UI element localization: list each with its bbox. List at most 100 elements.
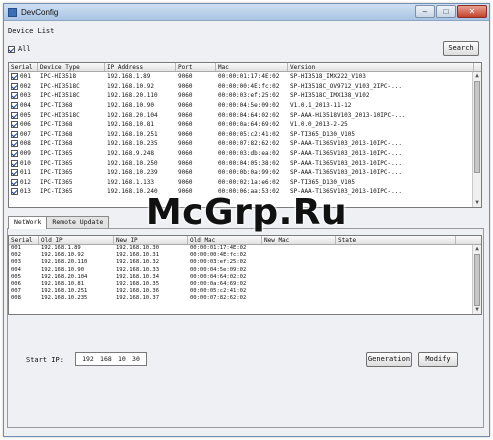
scroll-up-icon[interactable]: ▲ [473,72,481,80]
close-button[interactable]: ✕ [457,5,487,18]
version-cell: SP-TI365_D130_V105 [290,130,356,138]
network-table-scrollbar[interactable]: ▲ ▼ [472,245,481,314]
table-row[interactable]: 001 IPC-HI3518 192.168.1.89 9060 00:00:01:17… [9,72,481,82]
serial-text: 006 [20,121,31,129]
row-checkbox[interactable] [11,188,18,196]
type-cell: IPC-TI368 [40,102,73,110]
tab-remote-update[interactable]: Remote Update [46,216,110,228]
ip-cell: 192.168.10.92 [107,82,154,90]
row-checkbox[interactable] [11,92,18,100]
table-row[interactable]: 013 IPC-TI365 192.168.10.240 9060 00:00:06:a… [9,187,481,197]
version-cell: SP-TI365_D130_V105 [290,178,356,186]
serial-cell: 004 [9,101,38,110]
scroll-down-icon[interactable]: ▼ [473,306,481,314]
start-ip-input[interactable]: 192 168 10 30 [75,352,147,366]
serial-cell: 011 [9,168,38,177]
minimize-button[interactable]: – [415,5,435,18]
table-row[interactable]: 003 IPC-HI3518C 192.168.20.110 9060 00:00:03… [9,91,481,101]
row-checkbox[interactable] [11,159,18,167]
row-checkbox[interactable] [11,178,18,186]
scroll-thumb[interactable] [474,254,480,306]
table-row[interactable]: 009 IPC-TI365 192.168.9.248 9060 00:00:03:db… [9,149,481,159]
maximize-button[interactable]: □ [436,5,456,18]
serial-cell: 005 [9,111,38,120]
table-row[interactable]: 002 192.168.10.92 192.168.10.31 00:00:00:4E… [9,252,481,259]
column-header[interactable]: Device Type [38,63,105,71]
select-all-checkbox[interactable] [8,45,15,53]
port-cell: 9060 [178,188,193,196]
table-row[interactable]: 007 192.168.10.251 192.168.10.36 00:00:05:c… [9,288,481,295]
serial-cell: 013 [9,187,38,196]
column-header[interactable]: IP Address [105,63,176,71]
serial-text: 009 [20,150,31,158]
version-cell: SP-HI3518C_IMX138_V102 [290,92,370,100]
device-list-table[interactable]: Serial Device Type IP Address Port Mac Versio… [8,62,482,208]
version-cell: SP-AAA-Ti365V103_2013-10IPC-... [290,188,402,196]
table-row[interactable]: 007 IPC-TI368 192.168.10.251 9060 00:00:05:c… [9,130,481,140]
column-header[interactable]: Version [288,63,474,71]
serial-text: 004 [20,102,31,110]
table-row[interactable]: 005 192.168.20.104 192.168.10.34 00:00:04:6… [9,274,481,281]
table-row[interactable]: 005 IPC-HI3518C 192.168.20.104 9060 00:00:04… [9,110,481,120]
device-table-scrollbar[interactable]: ▲ ▼ [472,72,481,207]
table-row[interactable]: 006 IPC-TI368 192.168.10.81 9060 00:00:0a:64… [9,120,481,130]
row-checkbox[interactable] [11,150,18,158]
column-header[interactable]: Old IP [39,236,114,244]
column-header[interactable]: Mac [216,63,288,71]
mac-cell: 00:00:03:ef:25:02 [218,92,280,100]
old-mac-cell: 00:00:00:4E:fc:02 [190,252,247,259]
column-header[interactable]: Serial [9,236,39,244]
table-row[interactable]: 012 IPC-TI365 192.168.1.133 9060 00:00:02:1a… [9,178,481,188]
scroll-thumb[interactable] [474,81,480,173]
column-header[interactable]: New IP [114,236,188,244]
table-row[interactable]: 008 192.168.10.235 192.168.10.37 00:00:07:8… [9,295,481,302]
start-ip-octet-2[interactable]: 168 [100,355,112,363]
select-all-row[interactable]: All [8,45,31,53]
mac-cell: 00:00:07:82:62:02 [218,140,280,148]
port-cell: 9060 [178,178,193,186]
old-ip-cell: 192.168.20.104 [41,273,88,280]
row-checkbox[interactable] [11,111,18,119]
generation-button[interactable]: Generation [366,352,412,367]
old-mac-cell: 00:00:0a:64:69:02 [190,281,247,288]
modify-button[interactable]: Modify [418,352,458,367]
table-row[interactable]: 003 192.168.20.110 192.168.10.32 00:00:03:e… [9,259,481,266]
port-cell: 9060 [178,82,193,90]
row-checkbox[interactable] [11,102,18,110]
port-cell: 9060 [178,159,193,167]
scroll-up-icon[interactable]: ▲ [473,245,481,253]
table-row[interactable]: 004 192.168.10.90 192.168.10.33 00:00:04:5e… [9,267,481,274]
table-row[interactable]: 011 IPC-TI365 192.168.10.239 9060 00:00:0b:0… [9,168,481,178]
title-bar[interactable]: DevConfig – □ ✕ [4,4,489,21]
network-change-table[interactable]: Serial Old IP New IP Old Mac New Mac State 00… [8,235,482,315]
old-ip-cell: 192.168.10.92 [41,252,85,259]
row-checkbox[interactable] [11,73,18,81]
column-header[interactable]: New Mac [262,236,336,244]
table-row[interactable]: 008 IPC-TI368 192.168.10.235 9060 00:00:07:8… [9,139,481,149]
table-row[interactable]: 010 IPC-TI365 192.168.10.250 9060 00:00:04:0… [9,158,481,168]
table-row[interactable]: 004 IPC-TI368 192.168.10.90 9060 00:00:04:5e… [9,101,481,111]
start-ip-octet-3[interactable]: 10 [118,355,126,363]
row-checkbox[interactable] [11,121,18,129]
column-header[interactable]: Old Mac [188,236,262,244]
column-header[interactable]: Serial [9,63,38,71]
column-header[interactable]: Port [176,63,216,71]
scroll-down-icon[interactable]: ▼ [473,199,481,207]
row-checkbox[interactable] [11,140,18,148]
serial-cell: 003 [9,91,38,100]
serial-cell: 005 [11,273,21,280]
column-header[interactable]: State [336,236,456,244]
mac-cell: 00:00:00:4E:fc:02 [218,82,280,90]
serial-cell: 010 [9,159,38,168]
table-row[interactable]: 006 192.168.10.81 192.168.10.35 00:00:0a:64… [9,281,481,288]
table-row[interactable]: 001 192.168.1.89 192.168.10.30 00:00:01:17:… [9,245,481,252]
serial-cell: 006 [9,120,38,129]
table-row[interactable]: 002 IPC-HI3518C 192.168.10.92 9060 00:00:00:… [9,82,481,92]
tab-network[interactable]: NetWork [8,216,48,229]
row-checkbox[interactable] [11,169,18,177]
start-ip-octet-4[interactable]: 30 [132,355,140,363]
start-ip-octet-1[interactable]: 192 [82,355,94,363]
row-checkbox[interactable] [11,82,18,90]
row-checkbox[interactable] [11,130,18,138]
search-button[interactable]: Search [443,41,479,56]
